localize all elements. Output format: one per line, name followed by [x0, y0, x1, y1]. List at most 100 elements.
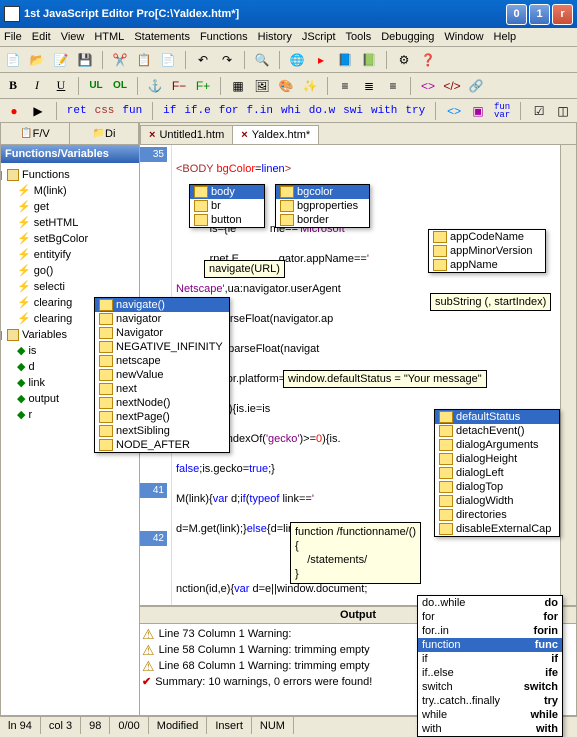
align-center-icon[interactable]: ≣ [360, 77, 378, 95]
tree-item[interactable]: ⚡ M(link) [3, 183, 137, 199]
popup-item[interactable]: button [190, 213, 264, 227]
popup-item[interactable]: try..catch..finallytry [418, 694, 562, 708]
file-tab[interactable]: ×Untitled1.htm [140, 125, 233, 144]
popup-item[interactable]: bgproperties [276, 199, 369, 213]
popup-item[interactable]: for..inforin [418, 624, 562, 638]
popup-item[interactable]: dialogWidth [435, 494, 559, 508]
kw-swi[interactable]: swi [343, 105, 363, 117]
tree-item[interactable]: − Functions [3, 167, 137, 183]
popup-snip[interactable]: do..whiledoforforfor..inforinfunctionfun… [417, 595, 563, 737]
kw-for[interactable]: for [219, 105, 239, 117]
world-icon[interactable]: 🌐 [288, 51, 306, 69]
popup-item[interactable]: appName [429, 258, 545, 272]
play-icon[interactable]: ▶ [30, 102, 46, 120]
popup-item[interactable]: dialogTop [435, 480, 559, 494]
align-right-icon[interactable]: ≡ [384, 77, 402, 95]
popup-item[interactable]: defaultStatus [435, 410, 559, 424]
popup-item[interactable]: NODE_AFTER [95, 438, 229, 452]
menu-tools[interactable]: Tools [346, 31, 372, 43]
tree-item[interactable]: ⚡ go() [3, 263, 137, 279]
popup-item[interactable]: nextSibling [95, 424, 229, 438]
popup-item[interactable]: switchswitch [418, 680, 562, 694]
tree-item[interactable]: ⚡ get [3, 199, 137, 215]
tag1-icon[interactable]: <> [419, 77, 437, 95]
popup-item[interactable]: newValue [95, 368, 229, 382]
maximize-button[interactable]: 1 [529, 4, 550, 25]
popup-def[interactable]: defaultStatusdetachEvent()dialogArgument… [434, 409, 560, 537]
menu-edit[interactable]: Edit [32, 31, 51, 43]
popup-item[interactable]: next [95, 382, 229, 396]
anchor-icon[interactable]: ⚓ [146, 77, 164, 95]
doc-icon[interactable]: 📘 [336, 51, 354, 69]
grid-icon[interactable]: ▦ [229, 77, 247, 95]
popup-item[interactable]: ifif [418, 652, 562, 666]
popup-item[interactable]: withwith [418, 722, 562, 736]
tag2-icon[interactable]: </> [443, 77, 461, 95]
popup-item[interactable]: appMinorVersion [429, 244, 545, 258]
check-icon[interactable]: ☑ [531, 102, 547, 120]
close-icon[interactable]: × [149, 129, 155, 141]
popup-body[interactable]: bodybrbutton [189, 184, 265, 228]
popup-item[interactable]: nextPage() [95, 410, 229, 424]
menu-debugging[interactable]: Debugging [381, 31, 434, 43]
popup-item[interactable]: if..elseife [418, 666, 562, 680]
kw-fin[interactable]: f.in [247, 105, 273, 117]
new2-icon[interactable]: 📝 [52, 51, 70, 69]
align-left-icon[interactable]: ≡ [336, 77, 354, 95]
italic-button[interactable]: I [28, 77, 46, 95]
copy-icon[interactable]: 📋 [135, 51, 153, 69]
close-button[interactable]: r [552, 4, 573, 25]
arrow-icon[interactable]: ▸ [312, 51, 330, 69]
scr2-icon[interactable]: ▣ [470, 102, 486, 120]
kw-css[interactable]: css [95, 105, 115, 117]
popup-item[interactable]: dialogArguments [435, 438, 559, 452]
popup-item[interactable]: disableExternalCap [435, 522, 559, 536]
paste-icon[interactable]: 📄 [159, 51, 177, 69]
link-icon[interactable]: 🔗 [467, 77, 485, 95]
popup-bg[interactable]: bgcolorbgpropertiesborder [275, 184, 370, 228]
popup-item[interactable]: navigator [95, 312, 229, 326]
sidebar-tab-di[interactable]: 📁 Di [70, 123, 139, 144]
gear-icon[interactable]: ⚙ [395, 51, 413, 69]
rec-icon[interactable]: ● [6, 102, 22, 120]
kw-ret[interactable]: ret [67, 105, 87, 117]
popup-item[interactable]: dialogLeft [435, 466, 559, 480]
bold-button[interactable]: B [4, 77, 22, 95]
popup-item[interactable]: border [276, 213, 369, 227]
font-minus[interactable]: F− [170, 77, 188, 95]
palette-icon[interactable]: 🎨 [277, 77, 295, 95]
popup-item[interactable]: forfor [418, 610, 562, 624]
popup-item[interactable]: br [190, 199, 264, 213]
sidebar-tab-fv[interactable]: 📋 F/V [1, 123, 70, 144]
popup-item[interactable]: NEGATIVE_INFINITY [95, 340, 229, 354]
kw-ife[interactable]: if.e [184, 105, 210, 117]
cut-icon[interactable]: ✂️ [111, 51, 129, 69]
popup-item[interactable]: Navigator [95, 326, 229, 340]
popup-item[interactable]: do..whiledo [418, 596, 562, 610]
ul-button[interactable]: UL [87, 77, 105, 95]
popup-item[interactable]: detachEvent() [435, 424, 559, 438]
font-plus[interactable]: F+ [194, 77, 212, 95]
underline-button[interactable]: U [52, 77, 70, 95]
popup-item[interactable]: netscape [95, 354, 229, 368]
close-icon[interactable]: × [241, 129, 247, 141]
popup-item[interactable]: navigate() [95, 298, 229, 312]
tree-item[interactable]: ⚡ entityify [3, 247, 137, 263]
tree-item[interactable]: ⚡ setHTML [3, 215, 137, 231]
menu-view[interactable]: View [61, 31, 85, 43]
menu-functions[interactable]: Functions [200, 31, 248, 43]
find-icon[interactable]: 🔍 [253, 51, 271, 69]
kw-dow[interactable]: do.w [309, 105, 335, 117]
scr-icon[interactable]: <> [446, 102, 462, 120]
doc2-icon[interactable]: 📗 [360, 51, 378, 69]
undo-icon[interactable]: ↶ [194, 51, 212, 69]
popup-item[interactable]: appCodeName [429, 230, 545, 244]
redo-icon[interactable]: ↷ [218, 51, 236, 69]
popup-item[interactable]: functionfunc [418, 638, 562, 652]
menu-html[interactable]: HTML [94, 31, 124, 43]
popup-item[interactable]: whilewhile [418, 708, 562, 722]
menu-window[interactable]: Window [444, 31, 483, 43]
block-icon[interactable]: ◫ [555, 102, 571, 120]
popup-item[interactable]: bgcolor [276, 185, 369, 199]
ol-button[interactable]: OL [111, 77, 129, 95]
